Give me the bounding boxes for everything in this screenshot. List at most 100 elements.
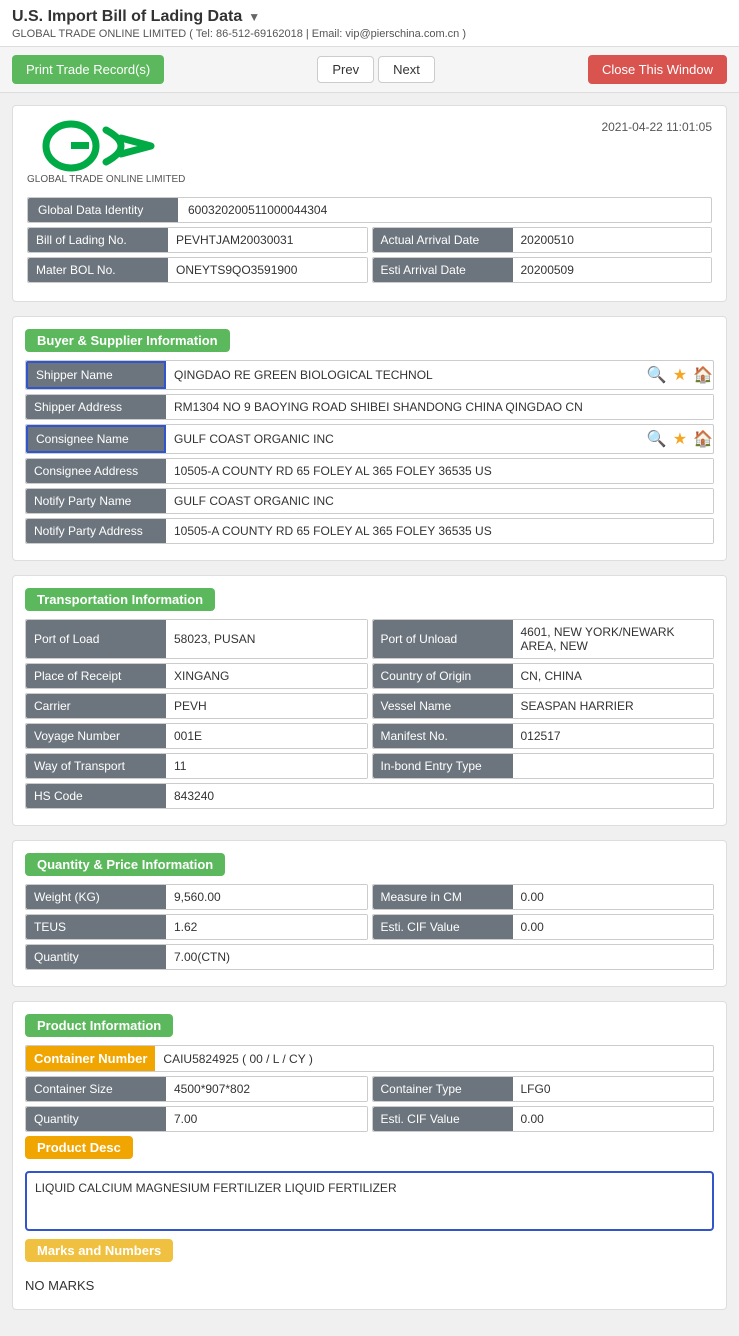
voyage-number-field: Voyage Number 001E [25, 723, 368, 749]
shipper-star-icon[interactable]: ★ [673, 365, 687, 385]
record-card: GLOBAL TRADE ONLINE LIMITED 2021-04-22 1… [12, 105, 727, 302]
consignee-home-icon[interactable]: 🏠 [693, 429, 713, 449]
logo-text: GLOBAL TRADE ONLINE LIMITED [27, 174, 185, 185]
transport-inbond-row: Way of Transport 11 In-bond Entry Type [25, 753, 714, 779]
weight-label: Weight (KG) [26, 885, 166, 909]
close-window-button[interactable]: Close This Window [588, 55, 727, 84]
dropdown-arrow-icon[interactable]: ▼ [248, 10, 260, 24]
container-type-label: Container Type [373, 1077, 513, 1101]
vessel-name-value: SEASPAN HARRIER [513, 694, 714, 718]
shipper-home-icon[interactable]: 🏠 [693, 365, 713, 385]
product-quantity-value: 7.00 [166, 1107, 367, 1131]
quantity-row: Quantity 7.00(CTN) [25, 944, 714, 970]
vessel-name-field: Vessel Name SEASPAN HARRIER [372, 693, 715, 719]
notify-party-name-row: Notify Party Name GULF COAST ORGANIC INC [25, 488, 714, 514]
mater-bol-row: Mater BOL No. ONEYTS9QO3591900 Esti Arri… [27, 257, 712, 283]
container-number-value: CAIU5824925 ( 00 / L / CY ) [155, 1047, 713, 1071]
bill-of-lading-field: Bill of Lading No. PEVHTJAM20030031 [27, 227, 368, 253]
product-esti-cif-label: Esti. CIF Value [373, 1107, 513, 1131]
product-qty-cif-row: Quantity 7.00 Esti. CIF Value 0.00 [25, 1106, 714, 1132]
consignee-name-label: Consignee Name [26, 425, 166, 453]
consignee-star-icon[interactable]: ★ [673, 429, 687, 449]
container-size-type-row: Container Size 4500*907*802 Container Ty… [25, 1076, 714, 1102]
esti-arrival-date-value: 20200509 [513, 258, 712, 282]
content-area: GLOBAL TRADE ONLINE LIMITED 2021-04-22 1… [0, 93, 739, 1336]
product-info-header: Product Information [25, 1014, 173, 1037]
shipper-name-row: Shipper Name QINGDAO RE GREEN BIOLOGICAL… [25, 360, 714, 390]
transportation-section: Transportation Information Port of Load … [12, 575, 727, 826]
hs-code-label: HS Code [26, 784, 166, 808]
port-of-unload-value: 4601, NEW YORK/NEWARK AREA, NEW [513, 620, 714, 658]
carrier-field: Carrier PEVH [25, 693, 368, 719]
esti-cif-label: Esti. CIF Value [373, 915, 513, 939]
shipper-search-icon[interactable]: 🔍 [647, 365, 667, 385]
global-data-identity-label: Global Data Identity [28, 198, 178, 222]
mater-bol-value: ONEYTS9QO3591900 [168, 258, 367, 282]
page-title: U.S. Import Bill of Lading Data ▼ [12, 8, 727, 26]
container-type-field: Container Type LFG0 [372, 1076, 715, 1102]
weight-field: Weight (KG) 9,560.00 [25, 884, 368, 910]
voyage-number-label: Voyage Number [26, 724, 166, 748]
product-quantity-field: Quantity 7.00 [25, 1106, 368, 1132]
toolbar: Print Trade Record(s) Prev Next Close Th… [0, 47, 739, 93]
mater-bol-label: Mater BOL No. [28, 258, 168, 282]
logo-area: GLOBAL TRADE ONLINE LIMITED [27, 120, 185, 185]
actual-arrival-date-value: 20200510 [513, 228, 712, 252]
page-header: U.S. Import Bill of Lading Data ▼ GLOBAL… [0, 0, 739, 47]
company-info: GLOBAL TRADE ONLINE LIMITED ( Tel: 86-51… [12, 28, 727, 40]
way-of-transport-value: 11 [166, 754, 367, 778]
marks-numbers-wrapper: Marks and Numbers [25, 1239, 714, 1268]
record-header: GLOBAL TRADE ONLINE LIMITED 2021-04-22 1… [27, 120, 712, 185]
place-of-receipt-field: Place of Receipt XINGANG [25, 663, 368, 689]
port-row: Port of Load 58023, PUSAN Port of Unload… [25, 619, 714, 659]
place-of-receipt-label: Place of Receipt [26, 664, 166, 688]
product-esti-cif-field: Esti. CIF Value 0.00 [372, 1106, 715, 1132]
shipper-address-label: Shipper Address [26, 395, 166, 419]
notify-party-name-label: Notify Party Name [26, 489, 166, 513]
consignee-address-label: Consignee Address [26, 459, 166, 483]
actual-arrival-date-field: Actual Arrival Date 20200510 [372, 227, 713, 253]
bol-row: Bill of Lading No. PEVHTJAM20030031 Actu… [27, 227, 712, 253]
inbond-entry-type-field: In-bond Entry Type [372, 753, 715, 779]
esti-cif-field: Esti. CIF Value 0.00 [372, 914, 715, 940]
container-number-label: Container Number [26, 1046, 155, 1071]
weight-value: 9,560.00 [166, 885, 367, 909]
consignee-name-row: Consignee Name GULF COAST ORGANIC INC 🔍 … [25, 424, 714, 454]
country-of-origin-value: CN, CHINA [513, 664, 714, 688]
port-of-unload-label: Port of Unload [373, 620, 513, 658]
consignee-search-icon[interactable]: 🔍 [647, 429, 667, 449]
measure-in-cm-label: Measure in CM [373, 885, 513, 909]
receipt-origin-row: Place of Receipt XINGANG Country of Orig… [25, 663, 714, 689]
shipper-icons: 🔍 ★ 🏠 [647, 365, 713, 385]
buyer-supplier-section: Buyer & Supplier Information Shipper Nam… [12, 316, 727, 561]
global-data-identity-value: 600320200511000044304 [178, 198, 711, 222]
container-size-label: Container Size [26, 1077, 166, 1101]
actual-arrival-date-label: Actual Arrival Date [373, 228, 513, 252]
inbond-entry-type-value [513, 754, 714, 778]
hs-code-row: HS Code 843240 [25, 783, 714, 809]
country-of-origin-field: Country of Origin CN, CHINA [372, 663, 715, 689]
way-of-transport-label: Way of Transport [26, 754, 166, 778]
marks-numbers-header: Marks and Numbers [25, 1239, 173, 1262]
transportation-header: Transportation Information [25, 588, 215, 611]
quantity-price-header: Quantity & Price Information [25, 853, 225, 876]
product-desc-label: Product Desc [25, 1136, 133, 1159]
voyage-manifest-row: Voyage Number 001E Manifest No. 012517 [25, 723, 714, 749]
place-of-receipt-value: XINGANG [166, 664, 367, 688]
vessel-name-label: Vessel Name [373, 694, 513, 718]
next-button[interactable]: Next [378, 56, 435, 83]
quantity-label: Quantity [26, 945, 166, 969]
product-info-section: Product Information Container Number CAI… [12, 1001, 727, 1310]
print-button[interactable]: Print Trade Record(s) [12, 55, 164, 84]
prev-button[interactable]: Prev [317, 56, 374, 83]
quantity-price-section: Quantity & Price Information Weight (KG)… [12, 840, 727, 987]
carrier-value: PEVH [166, 694, 367, 718]
port-of-unload-field: Port of Unload 4601, NEW YORK/NEWARK ARE… [372, 619, 715, 659]
notify-party-name-value: GULF COAST ORGANIC INC [166, 489, 713, 513]
company-logo [41, 120, 171, 172]
measure-in-cm-value: 0.00 [513, 885, 714, 909]
product-quantity-label: Quantity [26, 1107, 166, 1131]
hs-code-value: 843240 [166, 784, 713, 808]
teus-field: TEUS 1.62 [25, 914, 368, 940]
manifest-no-value: 012517 [513, 724, 714, 748]
